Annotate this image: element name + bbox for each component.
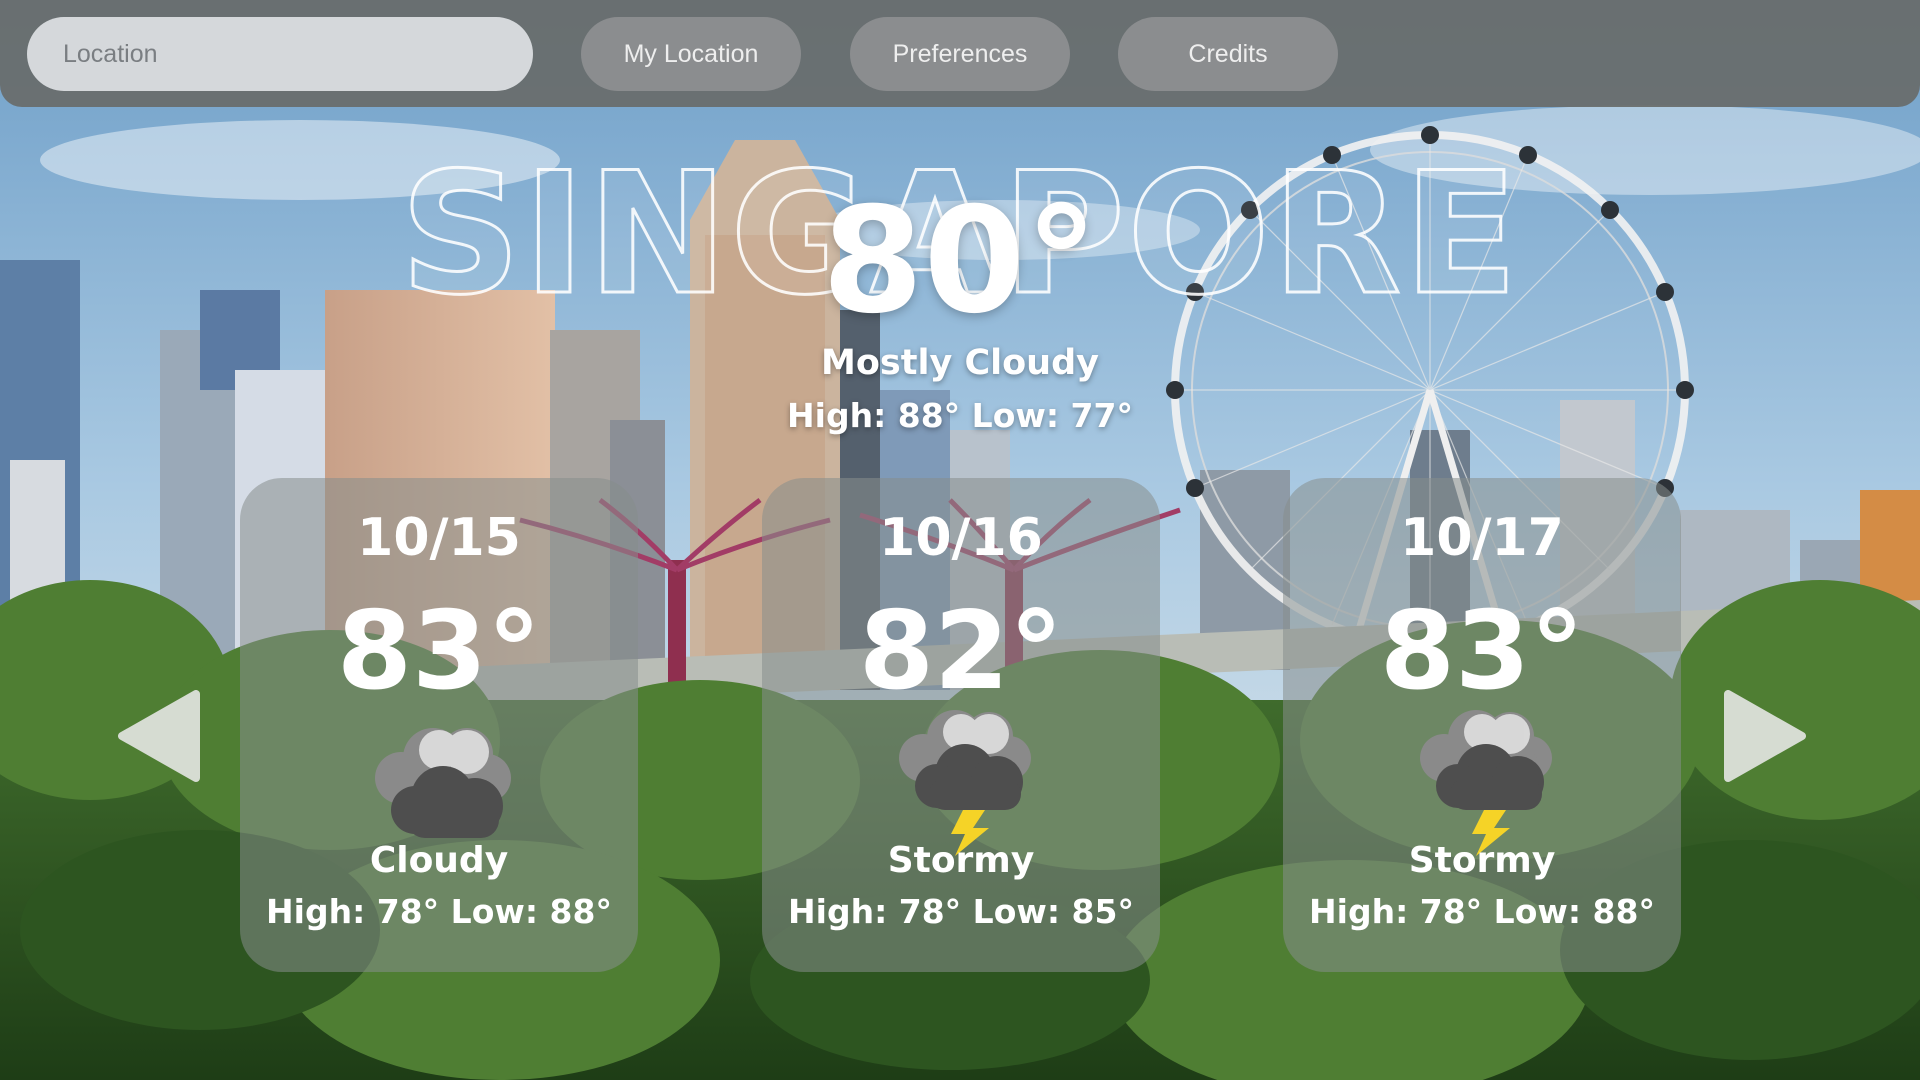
my-location-button[interactable]: My Location — [581, 17, 801, 91]
forecast-temperature: 83° — [1379, 589, 1585, 714]
location-search-input[interactable] — [27, 17, 533, 91]
chevron-left-icon[interactable] — [116, 690, 202, 782]
storm-icon — [1420, 710, 1552, 856]
forecast-card: 10/15 83° Cloudy High: 78° Low: 88° — [240, 478, 638, 972]
cloudy-icon — [375, 728, 511, 838]
forecast-card: 10/16 82° Stormy High: 78° Low: 85° — [762, 478, 1160, 972]
forecast-condition: Stormy — [1408, 840, 1556, 881]
top-bar: My Location Preferences Credits — [0, 0, 1920, 107]
forecast-high-low: High: 78° Low: 88° — [266, 892, 612, 931]
forecast-temperature: 83° — [336, 589, 542, 714]
storm-icon — [899, 710, 1031, 856]
forecast-high-low: High: 78° Low: 88° — [1309, 892, 1655, 931]
forecast-temperature: 82° — [858, 589, 1064, 714]
forecast-card: 10/17 83° Stormy High: 78° Low: 88° — [1283, 478, 1681, 972]
forecast-date: 10/17 — [1400, 508, 1564, 568]
forecast-date: 10/15 — [357, 508, 521, 568]
current-temperature: 80° — [821, 176, 1099, 346]
credits-button[interactable]: Credits — [1118, 17, 1338, 91]
forecast-high-low: High: 78° Low: 85° — [788, 892, 1134, 931]
forecast-condition: Stormy — [887, 840, 1035, 881]
chevron-right-icon[interactable] — [1722, 690, 1808, 782]
preferences-button[interactable]: Preferences — [850, 17, 1070, 91]
forecast-condition: Cloudy — [369, 840, 509, 881]
current-condition: Mostly Cloudy — [821, 343, 1099, 383]
forecast-date: 10/16 — [879, 508, 1043, 568]
current-high-low: High: 88° Low: 77° — [787, 396, 1133, 435]
